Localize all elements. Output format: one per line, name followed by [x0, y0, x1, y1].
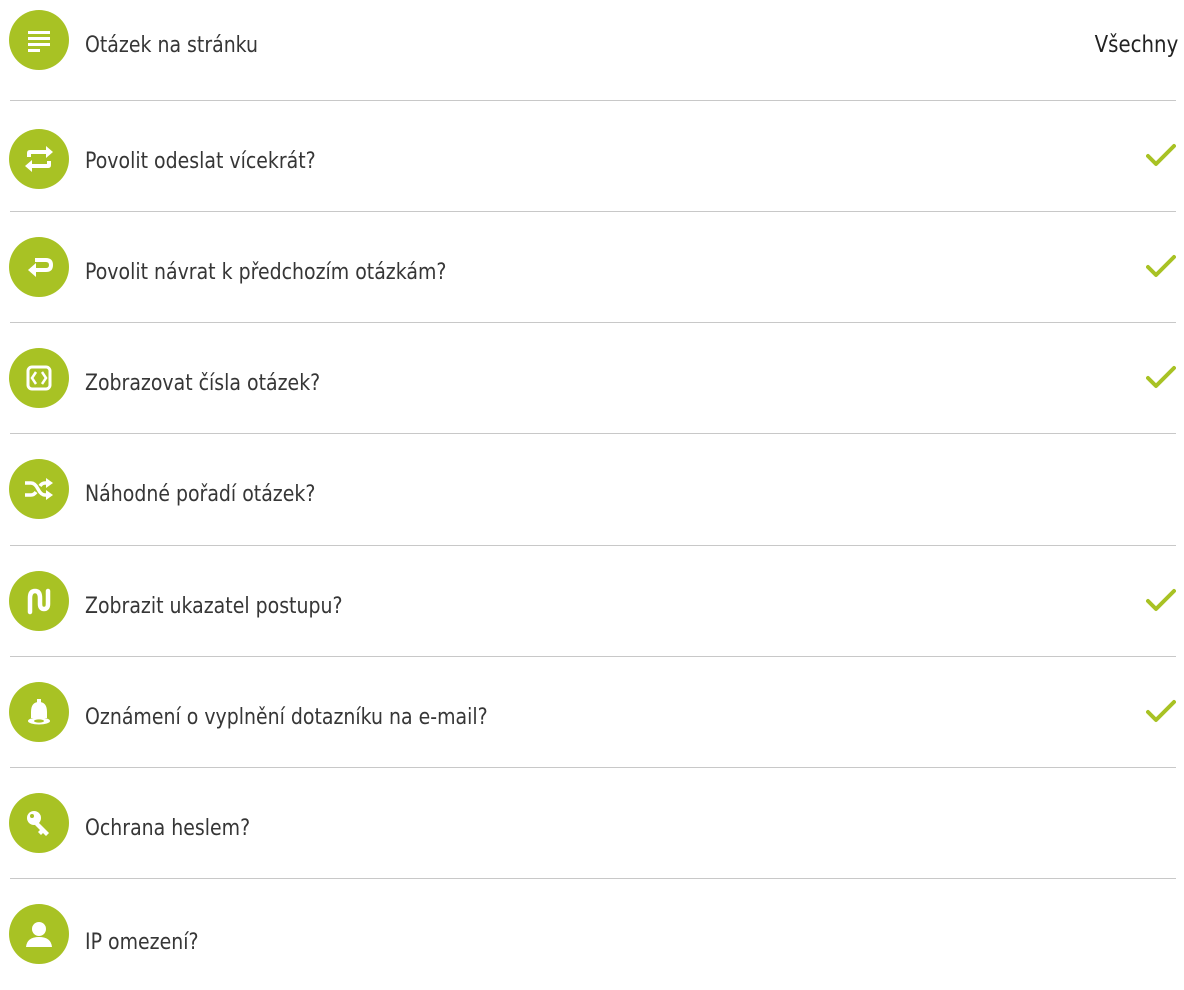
progress-path-icon — [9, 571, 69, 631]
code-brackets-icon — [9, 348, 69, 408]
setting-label: Povolit odeslat vícekrát? — [85, 149, 316, 174]
key-icon — [9, 793, 69, 853]
user-icon — [9, 904, 69, 964]
setting-label: Otázek na stránku — [85, 33, 259, 58]
list-icon — [9, 10, 69, 70]
setting-random-order[interactable]: Náhodné pořadí otázek? — [0, 434, 1184, 545]
setting-progress-indicator[interactable]: Zobrazit ukazatel postupu? — [0, 546, 1184, 657]
setting-allow-multiple-submit[interactable]: Povolit odeslat vícekrát? — [0, 101, 1184, 212]
setting-email-notification[interactable]: Oznámení o vyplnění dotazníku na e-mail? — [0, 657, 1184, 768]
setting-label: Zobrazit ukazatel postupu? — [85, 594, 343, 619]
check-icon — [1146, 700, 1176, 722]
repeat-icon — [9, 129, 69, 189]
check-icon — [1146, 255, 1176, 277]
setting-label: Oznámení o vyplnění dotazníku na e-mail? — [85, 705, 488, 730]
setting-questions-per-page[interactable]: Otázek na stránku Všechny — [0, 0, 1184, 111]
setting-allow-go-back[interactable]: Povolit návrat k předchozím otázkám? — [0, 212, 1184, 323]
setting-password-protection[interactable]: Ochrana heslem? — [0, 768, 1184, 879]
setting-label: Náhodné pořadí otázek? — [85, 482, 316, 507]
check-icon — [1146, 589, 1176, 611]
check-icon — [1146, 366, 1176, 388]
setting-show-question-numbers[interactable]: Zobrazovat čísla otázek? — [0, 323, 1184, 434]
setting-label: IP omezení? — [85, 930, 199, 955]
setting-ip-restriction[interactable]: IP omezení? — [0, 879, 1184, 990]
check-icon — [1146, 144, 1176, 166]
setting-label: Ochrana heslem? — [85, 816, 251, 841]
shuffle-icon — [9, 459, 69, 519]
setting-label: Povolit návrat k předchozím otázkám? — [85, 260, 447, 285]
bell-icon — [9, 682, 69, 742]
setting-label: Zobrazovat čísla otázek? — [85, 371, 321, 396]
setting-value[interactable]: Všechny — [1094, 34, 1178, 57]
return-arrow-icon — [9, 237, 69, 297]
